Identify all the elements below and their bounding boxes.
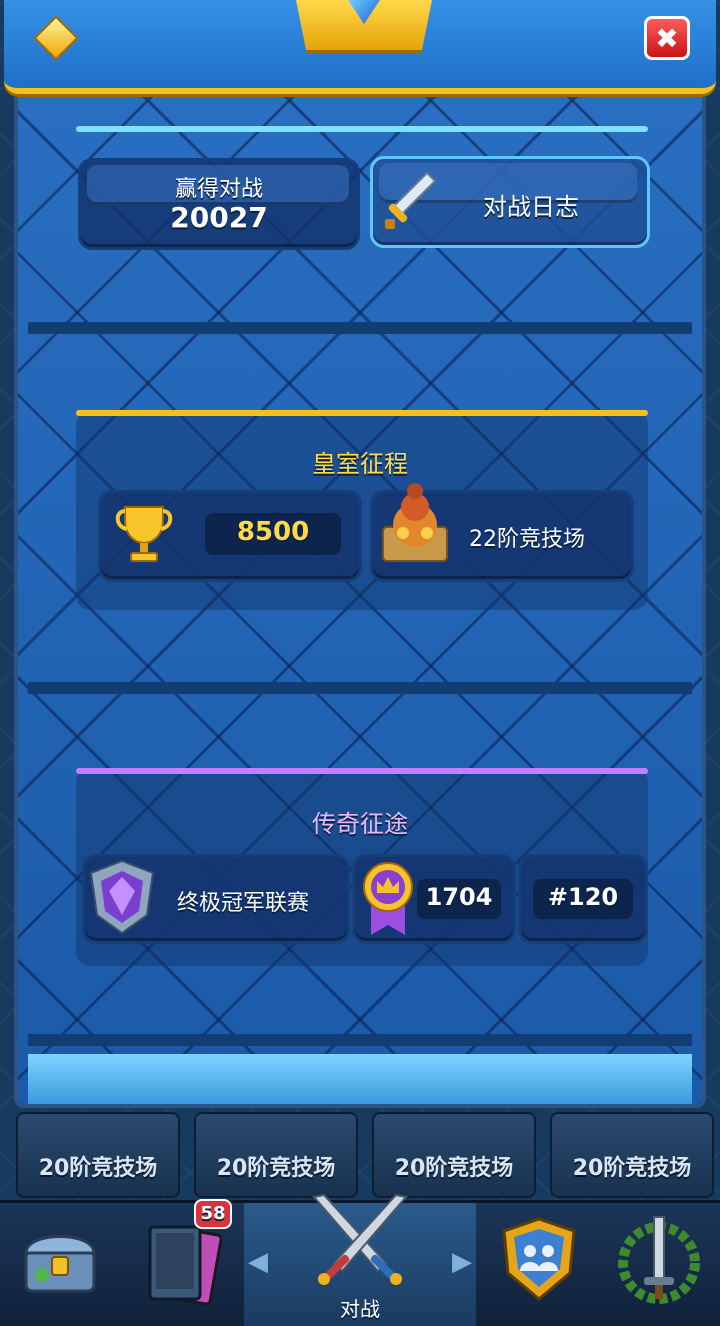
arena-label: 22阶竞技场: [469, 527, 585, 552]
laurel-sword-icon: [618, 1216, 700, 1304]
cards-icon: [148, 1225, 223, 1306]
gold-gem-icon: [33, 15, 79, 61]
nav-clan[interactable]: [478, 1203, 598, 1326]
nav-events[interactable]: [598, 1203, 720, 1326]
arena-tile-4[interactable]: 20阶竞技场: [550, 1112, 714, 1198]
arena-tile-label: 20阶竞技场: [572, 1156, 692, 1181]
arena-tile-label: 20阶竞技场: [394, 1156, 514, 1181]
legendary-path-title: 传奇征途: [312, 810, 408, 838]
league-card: 终极冠军联赛: [82, 854, 350, 944]
chevron-right-icon: ▶: [452, 1247, 472, 1277]
arena-tile-1[interactable]: 20阶竞技场: [16, 1112, 180, 1198]
close-icon: ✖: [655, 21, 679, 55]
wins-card: 赢得对战 20027: [78, 158, 360, 250]
trophy-icon: [115, 506, 173, 562]
league-badge-icon: [89, 859, 155, 935]
wins-value: 20027: [170, 201, 268, 234]
close-button[interactable]: ✖: [644, 16, 690, 60]
section-separator-3: [28, 1034, 692, 1046]
crossed-swords-icon: [312, 1193, 408, 1285]
nav-shop[interactable]: [0, 1203, 120, 1326]
nav-battle-label: 对战: [340, 1297, 380, 1321]
trophy-value: 8500: [236, 517, 310, 547]
treasure-chest-icon: [24, 1235, 96, 1293]
section-separator-1: [28, 322, 692, 334]
arena-tile-label: 20阶竞技场: [38, 1156, 158, 1181]
bottom-navbar: 58 ◀ ▶ 对战: [0, 1193, 720, 1326]
rank-card: #120: [518, 854, 648, 944]
arena-tile-2[interactable]: 20阶竞技场: [194, 1112, 358, 1198]
trophy-card: 8500: [98, 490, 362, 582]
modal-header: ✖: [4, 0, 716, 94]
arena-tile-label: 20阶竞技场: [216, 1156, 336, 1181]
purple-divider: [76, 768, 648, 774]
modal-bottom-strip: [28, 1054, 692, 1104]
rating-card: 1704: [352, 854, 516, 944]
arena-tile-3[interactable]: 20阶竞技场: [372, 1112, 536, 1198]
chevron-left-icon: ◀: [248, 1247, 268, 1277]
cyan-divider: [76, 126, 648, 132]
crown-medal-icon: [363, 862, 413, 935]
arena-card: 22阶竞技场: [370, 483, 634, 582]
arena-icon: [382, 483, 448, 562]
section-separator-2: [28, 682, 692, 694]
sword-icon: [385, 171, 437, 229]
profile-modal: 赢得对战 20027 对战日志 皇室征程 8500 22阶竞技场 传奇征途 终极…: [14, 40, 706, 1108]
nav-cards[interactable]: 58: [120, 1199, 242, 1326]
rank-value: #120: [547, 883, 619, 911]
battle-log-button[interactable]: 对战日志: [370, 156, 650, 248]
royal-road-title: 皇室征程: [312, 450, 408, 478]
wins-label: 赢得对战: [174, 177, 263, 202]
battle-log-label: 对战日志: [483, 193, 579, 221]
nav-battle[interactable]: ◀ ▶ 对战: [244, 1193, 476, 1326]
league-label: 终极冠军联赛: [177, 891, 310, 916]
gold-divider: [76, 410, 648, 416]
cards-badge-count: 58: [200, 1203, 226, 1224]
clan-shield-icon: [502, 1217, 576, 1301]
rating-value: 1704: [425, 883, 493, 911]
